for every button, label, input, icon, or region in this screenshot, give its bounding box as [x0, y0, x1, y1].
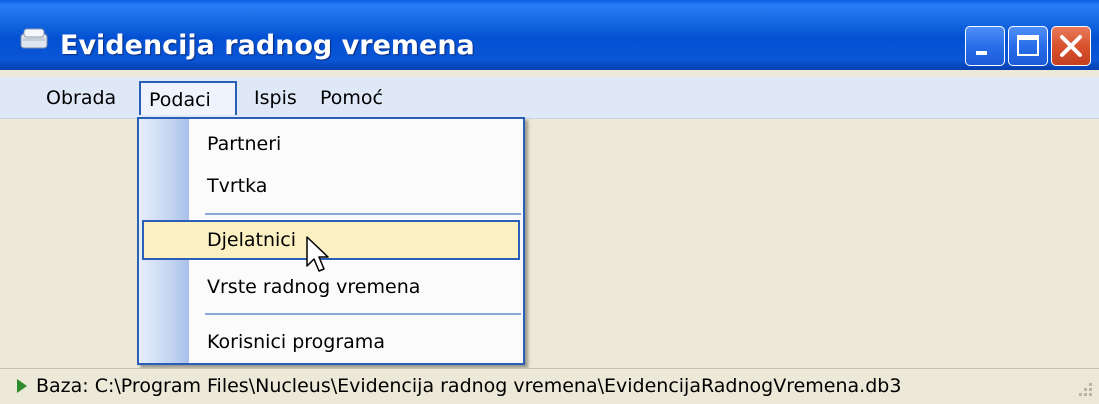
menu-separator	[205, 213, 521, 215]
menu-item-djelatnici[interactable]: Djelatnici	[142, 220, 520, 260]
menu-item-vrste-radnog-vremena[interactable]: Vrste radnog vremena	[139, 267, 523, 307]
podaci-dropdown-menu: Partneri Tvrtka Djelatnici Vrste radnog …	[137, 117, 525, 365]
menu-obrada[interactable]: Obrada	[38, 81, 124, 115]
title-bar[interactable]: Evidencija radnog vremena	[0, 0, 1099, 70]
menu-item-partneri[interactable]: Partneri	[139, 124, 523, 164]
status-bar: Baza: C:\Program Files\Nucleus\Evidencij…	[0, 368, 1099, 404]
menu-item-tvrtka[interactable]: Tvrtka	[139, 166, 523, 206]
maximize-button[interactable]	[1008, 26, 1048, 66]
application-window: Evidencija radnog vremena Obrada Podaci …	[0, 0, 1099, 404]
menu-podaci[interactable]: Podaci	[139, 81, 237, 115]
menu-separator	[205, 313, 521, 315]
size-grip-icon[interactable]	[1075, 379, 1093, 401]
close-button[interactable]	[1051, 26, 1091, 66]
database-path-text: Baza: C:\Program Files\Nucleus\Evidencij…	[36, 375, 902, 397]
minimize-button[interactable]	[965, 26, 1005, 66]
app-icon	[20, 28, 50, 50]
status-arrow-icon	[16, 378, 28, 398]
menu-pomoc[interactable]: Pomoć	[312, 81, 391, 115]
menu-ispis[interactable]: Ispis	[246, 81, 305, 115]
menu-item-korisnici-programa[interactable]: Korisnici programa	[139, 322, 523, 362]
window-title: Evidencija radnog vremena	[60, 30, 475, 61]
menu-bar: Obrada Podaci Ispis Pomoć	[0, 77, 1099, 119]
mouse-cursor-icon	[305, 236, 331, 278]
